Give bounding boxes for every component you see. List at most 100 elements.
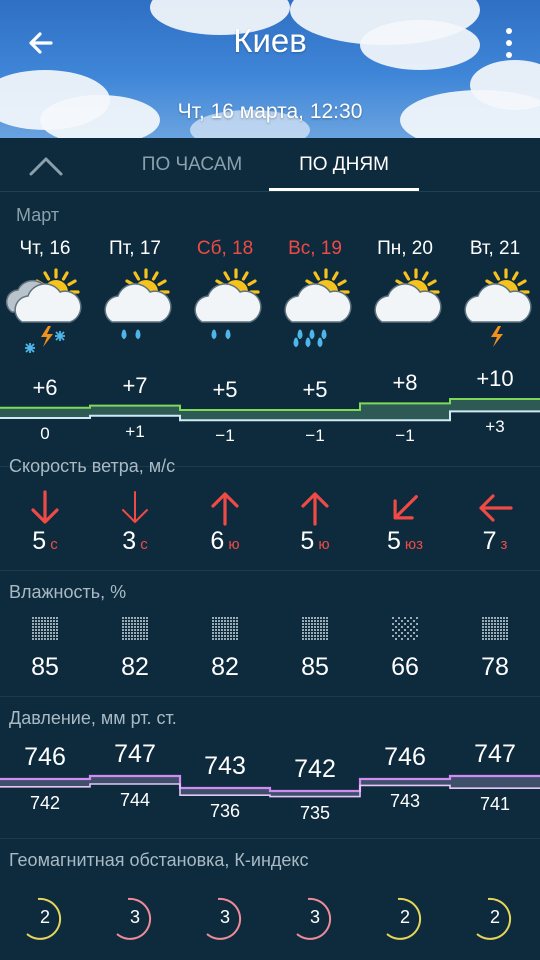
tab-hourly[interactable]: ПО ЧАСАМ	[128, 154, 256, 176]
k-index-gauge: 3	[270, 894, 360, 944]
header-sky: Киев Чт, 16 марта, 12:30	[0, 0, 540, 138]
temp-max: +7	[122, 372, 148, 398]
humidity-value: 85	[301, 653, 329, 681]
divider	[0, 696, 540, 697]
wind-arrow-icon	[270, 488, 360, 528]
day-label: Пт, 17	[109, 238, 161, 259]
wind-direction: з	[500, 536, 508, 553]
humidity-value: 82	[211, 653, 239, 681]
view-tabs: ПО ЧАСАМ ПО ДНЯМ	[0, 138, 540, 192]
temp-min: −1	[395, 426, 415, 446]
wind-direction: юз	[404, 536, 424, 553]
partly-cloudy-rain-icon	[90, 266, 180, 356]
humidity-icon	[0, 615, 90, 645]
temp-min: 0	[40, 424, 50, 443]
day-label: Сб, 18	[196, 238, 254, 259]
month-label: Март	[16, 205, 60, 225]
temp-min: +3	[485, 417, 505, 437]
humidity-section-label: Влажность, %	[9, 582, 127, 602]
humidity-icon	[270, 615, 360, 645]
k-index-value: 3	[219, 907, 230, 927]
k-index-gauge: 2	[360, 894, 450, 944]
wind-speed: 5ю	[270, 527, 360, 556]
humidity-value: 82	[121, 653, 149, 681]
humidity-icon	[360, 615, 450, 645]
wind-arrow-icon	[0, 488, 90, 528]
humidity-icon	[450, 615, 540, 645]
wind-arrow-icon	[360, 488, 450, 528]
wind-speed-value: 5	[386, 527, 401, 555]
partly-cloudy-thunder-icon	[450, 266, 540, 356]
pressure-min: 741	[479, 794, 511, 815]
wind-arrow-icon	[450, 488, 540, 528]
temp-min: −1	[305, 426, 325, 446]
temp-max: +5	[212, 377, 238, 402]
tab-daily[interactable]: ПО ДНЯМ	[269, 154, 419, 176]
city-title: Киев	[233, 22, 307, 59]
pressure-min: 736	[209, 801, 241, 822]
humidity-icon	[90, 615, 180, 645]
more-vert-icon[interactable]	[502, 28, 516, 58]
temp-min: −1	[215, 426, 235, 446]
temp-max: +10	[476, 366, 514, 391]
temp-max: +8	[392, 370, 418, 396]
partly-cloudy-thunder-snow-icon	[0, 266, 90, 356]
day-label: Вс, 19	[288, 238, 342, 259]
wind-speed-value: 6	[210, 527, 225, 555]
partly-cloudy-heavy-rain-icon	[270, 266, 360, 356]
humidity-value: 78	[481, 653, 509, 681]
wind-speed-value: 7	[482, 527, 497, 555]
partly-cloudy-icon	[360, 266, 450, 356]
partly-cloudy-rain-icon	[180, 266, 270, 356]
k-index-value: 3	[309, 907, 320, 927]
pressure-max: 746	[384, 743, 426, 771]
wind-speed: 7з	[450, 527, 540, 556]
wind-direction: ю	[318, 536, 330, 553]
day-label: Вт, 21	[469, 238, 521, 259]
wind-speed: 3с	[90, 527, 180, 556]
pressure-min: 744	[119, 790, 151, 810]
wind-speed: 6ю	[180, 527, 270, 556]
pressure-max: 746	[24, 743, 66, 771]
temp-min: +1	[125, 421, 145, 441]
day-label: Чт, 16	[19, 238, 71, 259]
humidity-icon	[180, 615, 270, 645]
pressure-section-label: Давление, мм рт. ст.	[9, 708, 177, 728]
divider	[0, 838, 540, 839]
k-index-gauge: 3	[90, 894, 180, 944]
pressure-min: 742	[29, 792, 61, 813]
wind-speed-value: 3	[122, 527, 137, 555]
temp-max: +6	[32, 374, 58, 400]
k-index-value: 2	[489, 907, 500, 927]
wind-direction: с	[50, 536, 58, 553]
update-datetime: Чт, 16 марта, 12:30	[177, 100, 363, 123]
wind-speed: 5 юз	[360, 527, 450, 556]
divider	[0, 570, 540, 571]
humidity-value: 66	[391, 653, 419, 681]
pressure-min: 743	[389, 791, 421, 812]
day-label: Пн, 20	[377, 238, 433, 259]
wind-speed-value: 5	[32, 527, 47, 555]
k-index-value: 2	[399, 907, 410, 927]
k-index-gauge: 2	[450, 894, 540, 944]
wind-direction: с	[140, 536, 148, 553]
wind-arrow-icon	[180, 488, 270, 528]
wind-speed: 5с	[0, 527, 90, 556]
k-index-value: 3	[129, 907, 140, 927]
pressure-max: 747	[114, 740, 156, 768]
k-index-gauge: 3	[180, 894, 270, 944]
wind-arrow-icon	[90, 488, 180, 528]
k-index-gauge: 2	[0, 894, 90, 944]
humidity-value: 85	[31, 653, 59, 681]
pressure-max: 743	[204, 752, 246, 780]
chevron-up-icon[interactable]	[26, 150, 66, 180]
k-index-value: 2	[39, 907, 50, 927]
geomagnetic-section-label: Геомагнитная обстановка, К-индекс	[9, 850, 309, 870]
wind-direction: ю	[228, 536, 240, 553]
wind-section-label: Скорость ветра, м/с	[9, 456, 176, 476]
active-tab-indicator	[269, 188, 419, 191]
temp-max: +5	[302, 377, 328, 402]
wind-speed-value: 5	[300, 527, 315, 555]
pressure-max: 747	[474, 740, 516, 768]
pressure-max: 742	[294, 755, 336, 783]
